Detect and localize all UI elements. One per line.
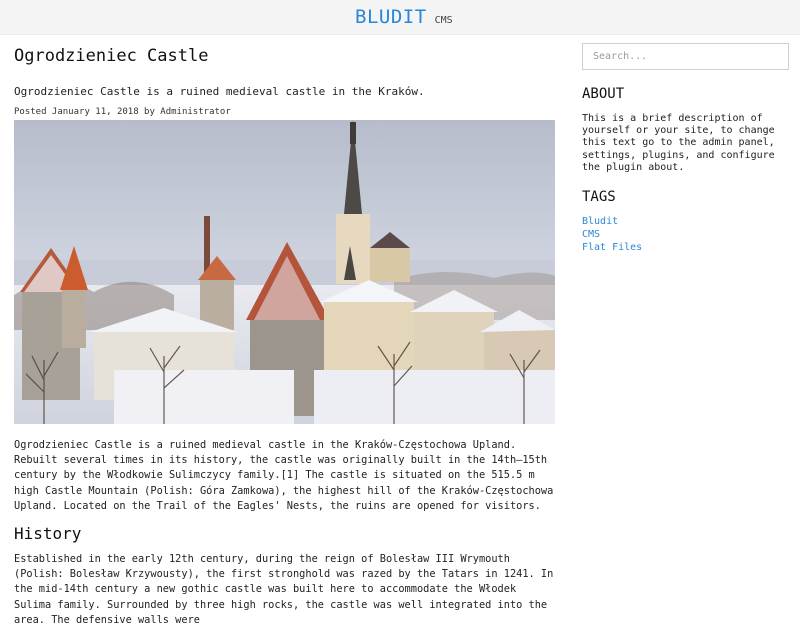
tag-item: Bludit bbox=[582, 215, 790, 228]
site-title[interactable]: BLUDIT bbox=[355, 6, 427, 28]
tag-link-bludit[interactable]: Bludit bbox=[582, 215, 790, 228]
tag-item: Flat Files bbox=[582, 241, 790, 254]
tags-heading: TAGS bbox=[582, 189, 616, 206]
post-lead: Ogrodzieniec Castle is a ruined medieval… bbox=[14, 85, 425, 98]
about-text: This is a brief description of yourself … bbox=[582, 113, 775, 173]
site-header: BLUDIT CMS bbox=[0, 0, 800, 35]
post-title[interactable]: Ogrodzieniec Castle bbox=[14, 46, 555, 66]
about-heading: ABOUT bbox=[582, 86, 625, 102]
history-heading: History bbox=[14, 524, 82, 544]
site-brand[interactable]: BLUDIT CMS bbox=[355, 6, 453, 28]
post-cover-image bbox=[14, 120, 555, 424]
search-input[interactable] bbox=[582, 43, 789, 70]
tag-link-cms[interactable]: CMS bbox=[582, 228, 790, 241]
sidebar: ABOUT This is a brief description of you… bbox=[582, 34, 790, 254]
tag-list: Bludit CMS Flat Files bbox=[582, 215, 790, 254]
site-slogan: CMS bbox=[434, 15, 453, 26]
tag-item: CMS bbox=[582, 228, 790, 241]
history-paragraph: Established in the early 12th century, d… bbox=[14, 553, 554, 626]
post-body-paragraph: Ogrodzieniec Castle is a ruined medieval… bbox=[14, 439, 554, 512]
tag-link-flat-files[interactable]: Flat Files bbox=[582, 241, 790, 254]
post-meta: Posted January 11, 2018 by Administrator bbox=[14, 107, 231, 117]
main-content: Ogrodzieniec Castle Ogrodzieniec Castle … bbox=[14, 34, 555, 628]
